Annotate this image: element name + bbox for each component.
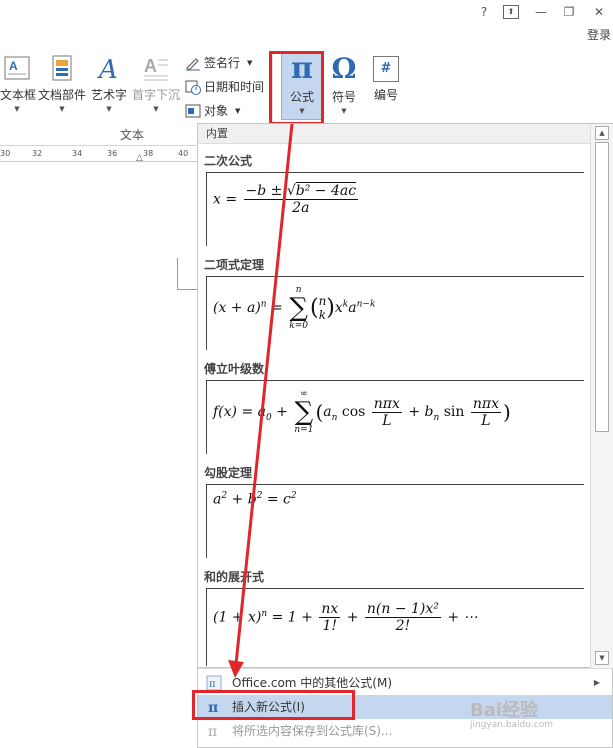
number-label: 编号 (373, 88, 398, 102)
gallery-header: 内置 (198, 124, 590, 144)
calendar-clock-icon (185, 80, 201, 95)
scroll-thumb[interactable] (595, 142, 609, 432)
save-to-gallery-icon: π (208, 724, 217, 739)
textbox-label: 文本框 (0, 88, 37, 102)
category-binomial: 二项式定理 (204, 258, 265, 272)
ruler-label: 32 (32, 149, 43, 158)
menu-item-label: 将所选内容保存到公式库(S)... (232, 724, 393, 738)
watermark: Bai经验 jingyan.baidu.com (470, 696, 553, 730)
ruler-label: 34 (72, 149, 83, 158)
equation-quadratic[interactable]: x = −b ± √b² − 4ac 2a (206, 172, 584, 246)
quick-parts-icon (52, 55, 72, 81)
wordart-label: 艺术字 (90, 88, 127, 102)
quick-parts-button[interactable]: 文档部件 ▼ (38, 54, 86, 113)
ruler-label: 36 (107, 149, 118, 158)
svg-text:A: A (97, 55, 118, 82)
chevron-down-icon: ▼ (14, 105, 20, 113)
equation-pythagorean[interactable]: a2 + b2 = c2 (206, 484, 584, 558)
chevron-down-icon: ▼ (106, 105, 112, 113)
quick-parts-label: 文档部件 (38, 88, 87, 102)
gallery-scrollbar[interactable]: ▲ ▼ (590, 124, 613, 669)
drop-cap-label: 首字下沉 (131, 88, 180, 102)
svg-text:A: A (9, 59, 18, 73)
category-fourier: 傅立叶级数 (204, 362, 265, 376)
fourier-formula: f(x) = a0 + ∞ ∑ n=1 (an cos nπx L + bn sin n… (213, 389, 511, 435)
symbol-button[interactable]: Ω 符号 ▼ (326, 52, 362, 116)
omega-icon: Ω (331, 52, 357, 85)
ruler-label: 38 (143, 149, 154, 158)
date-time-button[interactable]: 日期和时间 (185, 78, 264, 95)
submenu-arrow-icon: ▶ (593, 678, 600, 687)
chevron-down-icon: ▼ (247, 58, 253, 67)
sum-expansion-formula: (1 + x)n = 1 + nx 1! + n(n − 1)x² 2! + ⋯ (213, 601, 478, 634)
group-label-text: 文本 (120, 128, 145, 142)
watermark-sub: jingyan.baidu.com (470, 720, 554, 730)
minimize-icon[interactable]: — (533, 5, 549, 19)
ruler-label: 40 (178, 149, 189, 158)
object-button[interactable]: 对象 ▼ (185, 102, 240, 119)
category-pythagorean: 勾股定理 (204, 466, 253, 480)
equation-gallery: 内置 二次公式 x = −b ± √b² − 4ac 2a 二项式定理 (x + … (197, 123, 613, 669)
drop-cap-button[interactable]: A 首字下沉 ▼ (131, 54, 181, 113)
ruler-label: 30 (0, 149, 11, 158)
signature-line-label: 签名行 (204, 56, 241, 70)
equation-binomial[interactable]: (x + a)n = n ∑ k=0(n k)xkan−k (206, 276, 584, 350)
chevron-down-icon: ▼ (235, 106, 241, 115)
chevron-down-icon: ▼ (59, 105, 65, 113)
chevron-down-icon: ▼ (341, 107, 347, 115)
svg-text:π: π (208, 724, 217, 739)
quadratic-formula: x = −b ± √b² − 4ac 2a (213, 183, 359, 216)
number-button[interactable]: # 编号 (367, 54, 405, 103)
object-icon (185, 104, 201, 117)
textbox-icon: A (4, 56, 30, 80)
drop-cap-icon: A (144, 56, 168, 81)
close-icon[interactable]: ✕ (591, 5, 607, 19)
ruler: 30 32 34 36 38 40 △ (0, 148, 200, 163)
symbol-label: 符号 (331, 90, 356, 104)
svg-text:π: π (209, 679, 216, 690)
ribbon-display-options-icon[interactable]: ⬆ (503, 5, 519, 19)
annotation-box-insert (192, 690, 355, 720)
svg-text:A: A (144, 56, 157, 76)
office-equations-icon: π (206, 675, 222, 691)
pythagorean-formula: a2 + b2 = c2 (213, 491, 297, 508)
watermark-title: Bai经验 (470, 700, 539, 721)
date-time-label: 日期和时间 (204, 80, 265, 94)
scroll-up-icon[interactable]: ▲ (595, 126, 609, 140)
category-quadratic: 二次公式 (204, 154, 253, 168)
wordart-button[interactable]: A 艺术字 ▼ (89, 54, 129, 113)
chevron-down-icon: ▼ (153, 105, 159, 113)
signature-line-button[interactable]: 签名行 ▼ (185, 54, 252, 71)
document-area[interactable] (0, 162, 200, 748)
annotation-box-equation (269, 51, 324, 125)
hash-icon: # (373, 56, 399, 82)
help-icon[interactable]: ? (476, 5, 492, 19)
wordart-icon: A (97, 55, 118, 82)
object-label: 对象 (204, 104, 229, 118)
menu-item-label: Office.com 中的其他公式(M) (232, 676, 393, 690)
maximize-icon[interactable]: ❐ (561, 5, 577, 19)
equation-fourier[interactable]: f(x) = a0 + ∞ ∑ n=1 (an cos nπx L + bn sin n… (206, 380, 584, 454)
binomial-formula: (x + a)n = n ∑ k=0(n k)xkan−k (213, 285, 376, 331)
title-bar: ? ⬆ — ❐ ✕ 登录 (0, 0, 613, 44)
textbox-button[interactable]: A 文本框 ▼ (0, 54, 37, 113)
scroll-down-icon[interactable]: ▼ (595, 651, 609, 665)
category-sum-expansion: 和的展开式 (204, 570, 265, 584)
equation-sum-expansion[interactable]: (1 + x)n = 1 + nx 1! + n(n − 1)x² 2! + ⋯ (206, 588, 584, 666)
login-link[interactable]: 登录 (587, 26, 611, 43)
signature-line-icon (186, 57, 200, 71)
